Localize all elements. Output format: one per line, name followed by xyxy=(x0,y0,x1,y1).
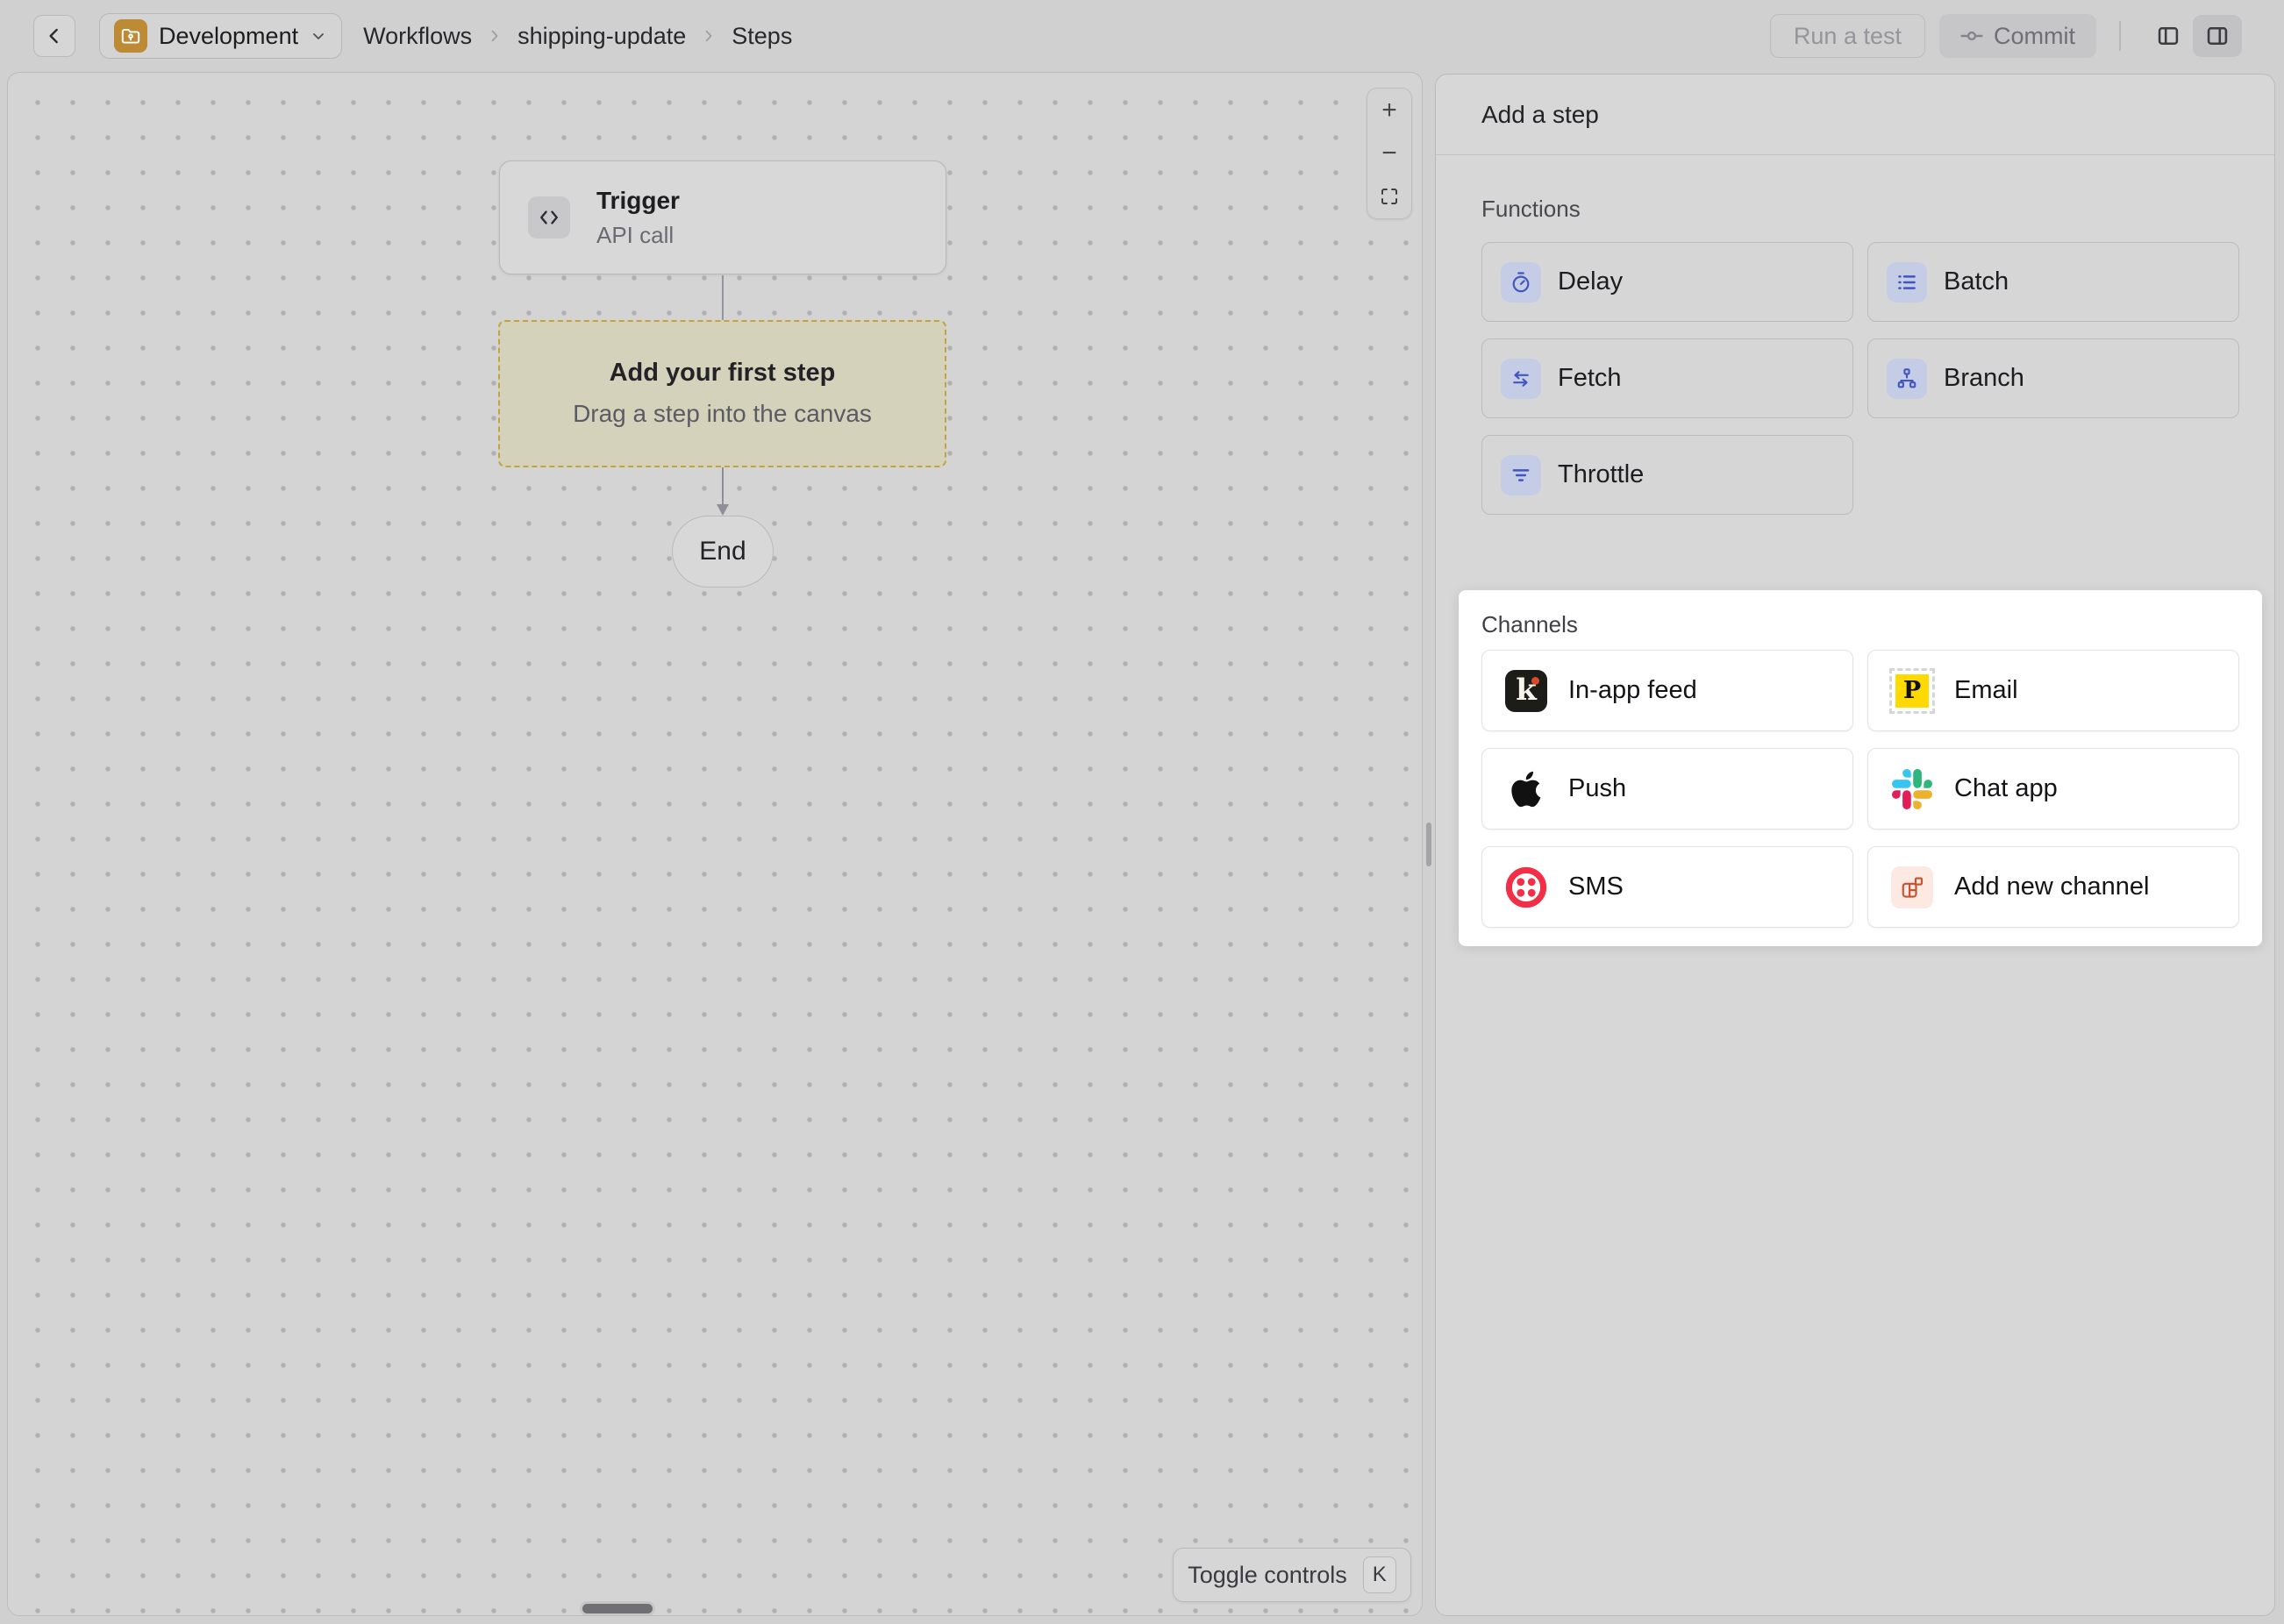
zoom-in-button[interactable]: + xyxy=(1367,89,1411,132)
function-fetch-button[interactable]: Fetch xyxy=(1481,338,1853,418)
chevron-left-icon xyxy=(43,25,66,47)
add-channel-grid-icon xyxy=(1889,865,1935,910)
panel-left-icon xyxy=(2156,24,2181,48)
function-delay-button[interactable]: Delay xyxy=(1481,242,1853,322)
edge-arrow xyxy=(712,467,733,517)
fetch-icon xyxy=(1501,359,1541,399)
horizontal-scrollbar-thumb[interactable] xyxy=(580,1601,655,1616)
dropzone-title: Add your first step xyxy=(610,359,836,388)
trigger-node-title: Trigger xyxy=(596,187,680,215)
channel-chat-app-button[interactable]: Chat app xyxy=(1867,748,2239,830)
workflow-canvas[interactable]: Trigger API call Add your first step Dra… xyxy=(7,72,1423,1616)
vertical-scrollbar-thumb[interactable] xyxy=(1426,823,1431,866)
toggle-controls-button[interactable]: Toggle controls K xyxy=(1173,1548,1411,1602)
panel-right-icon xyxy=(2205,24,2230,48)
expand-icon xyxy=(1379,186,1400,207)
functions-section-label: Functions xyxy=(1481,196,1581,223)
chevron-down-icon xyxy=(310,27,327,45)
knock-logo-icon: k xyxy=(1503,668,1549,714)
channels-section: Channels k In-app feed P Email xyxy=(1459,590,2262,946)
trigger-node-subtitle: API call xyxy=(596,222,680,249)
end-node: End xyxy=(672,516,774,588)
postmark-logo-icon: P xyxy=(1889,668,1935,714)
twilio-logo-icon xyxy=(1503,865,1549,910)
function-branch-button[interactable]: Branch xyxy=(1867,338,2239,418)
toggle-controls-label: Toggle controls xyxy=(1188,1562,1347,1589)
breadcrumb-item-steps[interactable]: Steps xyxy=(732,23,792,50)
keyboard-shortcut-key: K xyxy=(1363,1556,1396,1593)
function-batch-button[interactable]: Batch xyxy=(1867,242,2239,322)
toggle-right-panel-button[interactable] xyxy=(2193,15,2242,57)
functions-grid: Delay Batch Fetch Branch Throttle xyxy=(1481,242,2239,515)
top-bar: Development Workflows shipping-update St… xyxy=(0,0,2284,72)
panel-title: Add a step xyxy=(1436,75,2274,155)
add-new-channel-button[interactable]: Add new channel xyxy=(1867,846,2239,928)
delay-icon xyxy=(1501,262,1541,303)
slack-logo-icon xyxy=(1889,766,1935,812)
breadcrumb: Workflows shipping-update Steps xyxy=(363,23,792,50)
fit-view-button[interactable] xyxy=(1367,175,1411,218)
code-brackets-icon xyxy=(528,196,570,239)
trigger-node[interactable]: Trigger API call xyxy=(499,160,946,274)
channel-sms-button[interactable]: SMS xyxy=(1481,846,1853,928)
channels-section-label: Channels xyxy=(1481,611,1578,638)
topbar-divider xyxy=(2119,21,2121,51)
back-button[interactable] xyxy=(33,15,75,57)
function-throttle-button[interactable]: Throttle xyxy=(1481,435,1853,515)
add-step-panel: Add a step Functions Delay Batch Fetch B… xyxy=(1435,74,2275,1616)
toggle-left-panel-button[interactable] xyxy=(2144,15,2193,57)
commit-label: Commit xyxy=(1994,23,2075,50)
branch-icon xyxy=(1887,359,1927,399)
channel-in-app-feed-button[interactable]: k In-app feed xyxy=(1481,650,1853,731)
channel-email-button[interactable]: P Email xyxy=(1867,650,2239,731)
add-first-step-dropzone[interactable]: Add your first step Drag a step into the… xyxy=(498,320,946,467)
channels-grid: k In-app feed P Email Push xyxy=(1481,650,2239,928)
throttle-icon xyxy=(1501,455,1541,495)
breadcrumb-item-workflows[interactable]: Workflows xyxy=(363,23,472,50)
git-commit-icon xyxy=(1960,25,1983,47)
environment-selector[interactable]: Development xyxy=(99,13,342,59)
edge-connector xyxy=(722,275,724,320)
commit-button[interactable]: Commit xyxy=(1939,14,2096,58)
chevron-right-icon xyxy=(700,27,717,45)
apple-logo-icon xyxy=(1503,766,1549,812)
breadcrumb-item-workflow-name[interactable]: shipping-update xyxy=(517,23,686,50)
run-test-button[interactable]: Run a test xyxy=(1770,14,1925,58)
environment-label: Development xyxy=(159,23,298,50)
channel-push-button[interactable]: Push xyxy=(1481,748,1853,830)
end-node-label: End xyxy=(699,537,746,566)
dropzone-subtitle: Drag a step into the canvas xyxy=(573,400,872,428)
folder-icon xyxy=(114,19,147,53)
zoom-out-button[interactable]: − xyxy=(1367,132,1411,175)
canvas-zoom-controls: + − xyxy=(1367,88,1412,219)
batch-icon xyxy=(1887,262,1927,303)
chevron-right-icon xyxy=(486,27,503,45)
